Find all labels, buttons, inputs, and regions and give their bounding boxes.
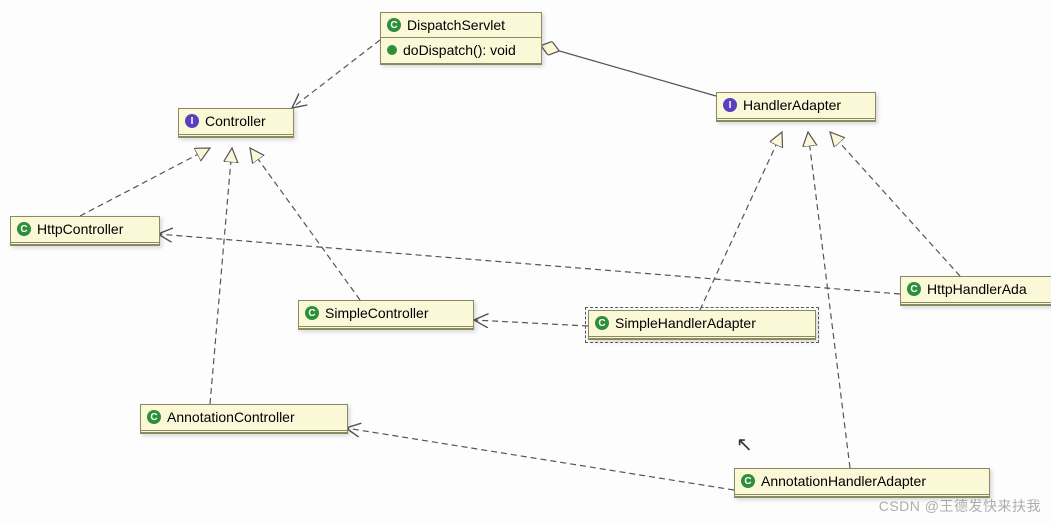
class-icon: C: [595, 316, 609, 330]
watermark: CSDN @王德发快来扶我: [879, 496, 1041, 516]
class-http-handler-adapter[interactable]: C HttpHandlerAda: [900, 276, 1051, 306]
class-name: Controller: [205, 113, 266, 129]
connectors-layer: [0, 0, 1051, 524]
class-name: HttpHandlerAda: [927, 281, 1027, 297]
class-name: AnnotationHandlerAdapter: [761, 473, 926, 489]
class-name: DispatchServlet: [407, 17, 505, 33]
class-simple-handler-adapter[interactable]: C SimpleHandlerAdapter: [588, 310, 816, 340]
class-simple-controller[interactable]: C SimpleController: [298, 300, 474, 330]
method-name: doDispatch(): void: [403, 42, 516, 58]
class-annotation-handler-adapter[interactable]: C AnnotationHandlerAdapter: [734, 468, 990, 498]
class-icon: C: [387, 18, 401, 32]
interface-controller[interactable]: I Controller: [178, 108, 294, 138]
class-http-controller[interactable]: C HttpController: [10, 216, 160, 246]
interface-icon: I: [723, 98, 737, 112]
uml-canvas: C DispatchServlet doDispatch(): void I C…: [0, 0, 1051, 524]
class-name: AnnotationController: [167, 409, 295, 425]
class-name: SimpleHandlerAdapter: [615, 315, 756, 331]
class-icon: C: [907, 282, 921, 296]
class-dispatch-servlet[interactable]: C DispatchServlet doDispatch(): void: [380, 12, 542, 65]
interface-icon: I: [185, 114, 199, 128]
interface-handler-adapter[interactable]: I HandlerAdapter: [716, 92, 876, 122]
class-name: HttpController: [37, 221, 123, 237]
class-annotation-controller[interactable]: C AnnotationController: [140, 404, 348, 434]
class-name: HandlerAdapter: [743, 97, 841, 113]
method-icon: [387, 45, 397, 55]
mouse-cursor-icon: ↖: [736, 432, 753, 457]
class-icon: C: [147, 410, 161, 424]
class-name: SimpleController: [325, 305, 428, 321]
class-icon: C: [305, 306, 319, 320]
class-icon: C: [741, 474, 755, 488]
class-icon: C: [17, 222, 31, 236]
